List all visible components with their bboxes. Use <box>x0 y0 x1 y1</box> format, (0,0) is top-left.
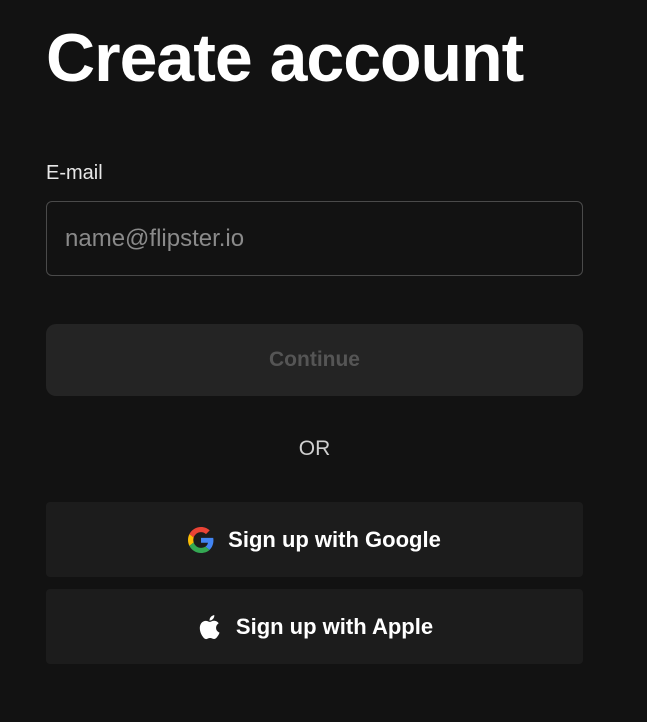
or-divider: OR <box>298 437 331 460</box>
continue-button[interactable]: Continue <box>46 324 583 396</box>
page-title: Create account <box>46 20 524 96</box>
apple-icon <box>196 614 222 640</box>
google-signup-label: Sign up with Google <box>228 526 441 552</box>
email-label: E-mail <box>46 162 103 184</box>
google-signup-button[interactable]: Sign up with Google <box>46 502 583 577</box>
apple-signup-button[interactable]: Sign up with Apple <box>46 589 583 664</box>
signup-page: Create account E-mail Continue OR Sign u… <box>0 0 647 722</box>
email-input[interactable] <box>46 201 583 276</box>
apple-signup-label: Sign up with Apple <box>235 613 434 639</box>
google-icon <box>188 526 214 553</box>
